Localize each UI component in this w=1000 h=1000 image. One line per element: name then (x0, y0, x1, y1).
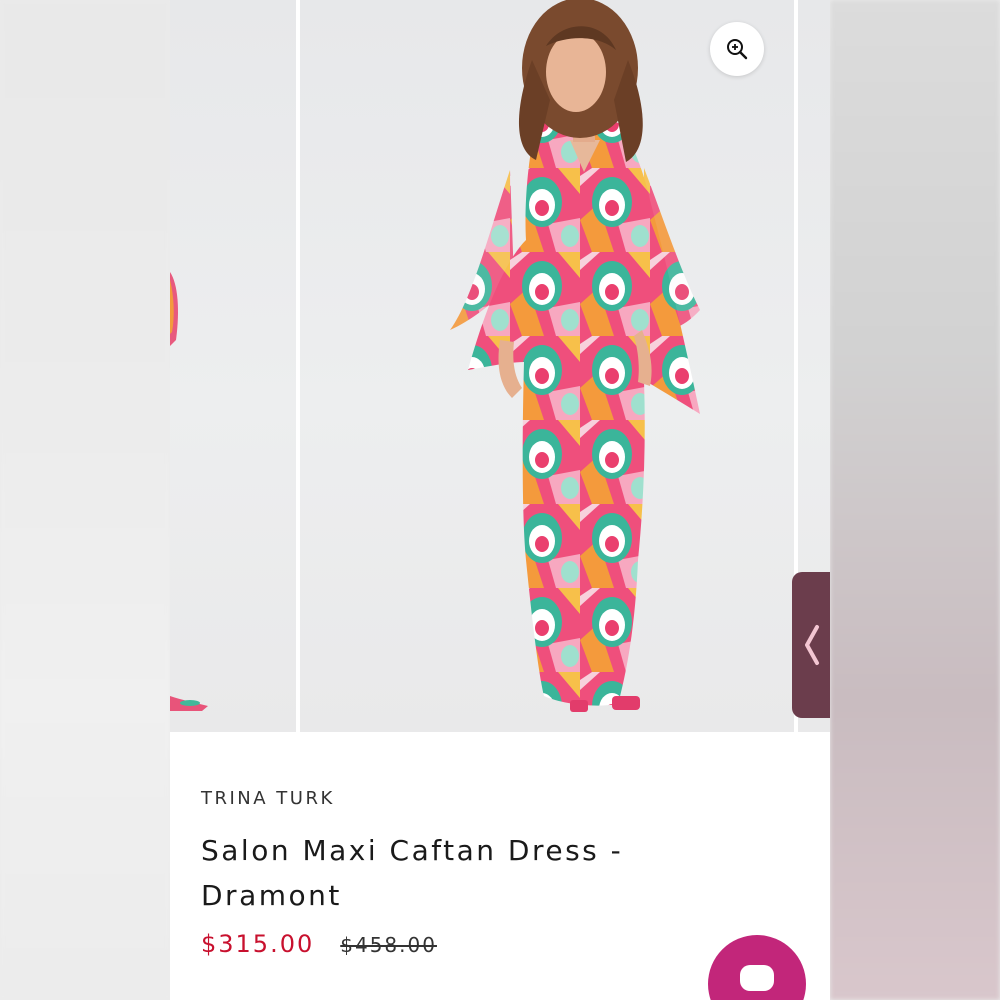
image-gallery[interactable] (170, 0, 830, 732)
price-row: $315.00 $458.00 (201, 930, 437, 958)
chevron-left-icon (805, 625, 819, 665)
gallery-slide-previous[interactable] (170, 0, 296, 732)
previous-slide-image (170, 272, 208, 711)
chat-bubble-icon (740, 965, 774, 991)
zoom-button[interactable] (710, 22, 764, 76)
background-blur-left (0, 0, 170, 1000)
sale-price: $315.00 (201, 930, 315, 958)
zoom-in-icon (727, 39, 748, 60)
product-page: TRINA TURK Salon Maxi Caftan Dress - Dra… (170, 0, 830, 1000)
gallery-prev-button[interactable] (792, 572, 830, 718)
background-blur-right (830, 0, 1000, 1000)
gallery-slide-current[interactable] (300, 0, 794, 732)
product-image (450, 0, 700, 712)
brand-name[interactable]: TRINA TURK (201, 788, 335, 809)
product-title: Salon Maxi Caftan Dress - Dramont (201, 834, 624, 912)
original-price: $458.00 (340, 933, 437, 957)
